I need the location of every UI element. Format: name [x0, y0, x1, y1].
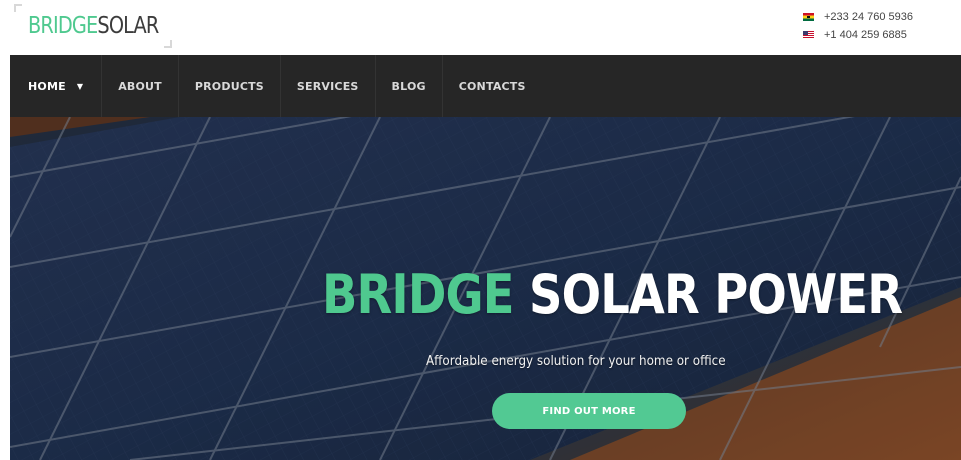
logo-text-bridge: BRIDGE: [28, 13, 98, 39]
site-logo[interactable]: BRIDGESOLAR: [14, 4, 172, 48]
hero-title-bridge: BRIDGE: [322, 263, 515, 326]
hero-title: BRIDGE SOLAR POWER: [322, 263, 903, 326]
site-header: BRIDGESOLAR +233 24 760 5936 +1 404 259 …: [0, 0, 961, 55]
ghana-flag-icon: [803, 12, 814, 21]
hero-section: BRIDGE SOLAR POWER Affordable energy sol…: [10, 117, 961, 460]
phone-usa[interactable]: +1 404 259 6885: [803, 26, 943, 43]
logo-corner-bottom-right: [164, 40, 172, 48]
phone-ghana[interactable]: +233 24 760 5936: [803, 8, 943, 25]
hero-subtitle: Affordable energy solution for your home…: [426, 354, 726, 369]
find-out-more-button[interactable]: FIND OUT MORE: [492, 393, 686, 429]
nav-item-home[interactable]: HOME ▼: [14, 55, 101, 117]
hero-title-solar-power: SOLAR POWER: [528, 263, 903, 326]
nav-item-home-label: HOME: [28, 79, 66, 93]
logo-text-solar: SOLAR: [97, 13, 159, 39]
nav-item-blog[interactable]: BLOG: [374, 55, 442, 117]
chevron-down-icon: ▼: [76, 81, 84, 91]
logo-text: BRIDGESOLAR: [28, 13, 159, 39]
phone-number-usa: +1 404 259 6885: [824, 28, 907, 41]
logo-corner-top-left: [14, 4, 22, 12]
main-nav: HOME ▼ ABOUT PRODUCTS SERVICES BLOG CONT…: [10, 55, 961, 117]
contact-phones: +233 24 760 5936 +1 404 259 6885: [803, 8, 943, 44]
usa-flag-icon: [803, 30, 814, 39]
nav-item-contacts[interactable]: CONTACTS: [441, 55, 542, 117]
nav-item-about[interactable]: ABOUT: [101, 55, 178, 117]
nav-item-products[interactable]: PRODUCTS: [177, 55, 280, 117]
nav-item-services[interactable]: SERVICES: [279, 55, 375, 117]
phone-number-ghana: +233 24 760 5936: [824, 10, 914, 23]
